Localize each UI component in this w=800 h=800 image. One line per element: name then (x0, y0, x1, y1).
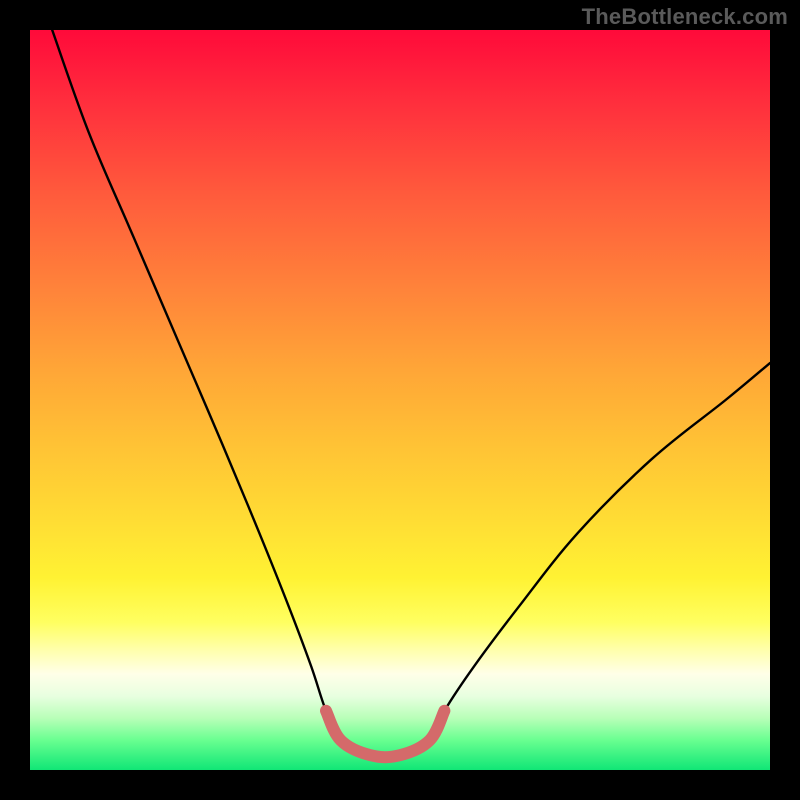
watermark-text: TheBottleneck.com (582, 4, 788, 30)
bottleneck-curve (52, 30, 770, 757)
plot-area (30, 30, 770, 770)
chart-frame: TheBottleneck.com (0, 0, 800, 800)
highlight-valley (326, 711, 444, 757)
curve-layer (30, 30, 770, 770)
